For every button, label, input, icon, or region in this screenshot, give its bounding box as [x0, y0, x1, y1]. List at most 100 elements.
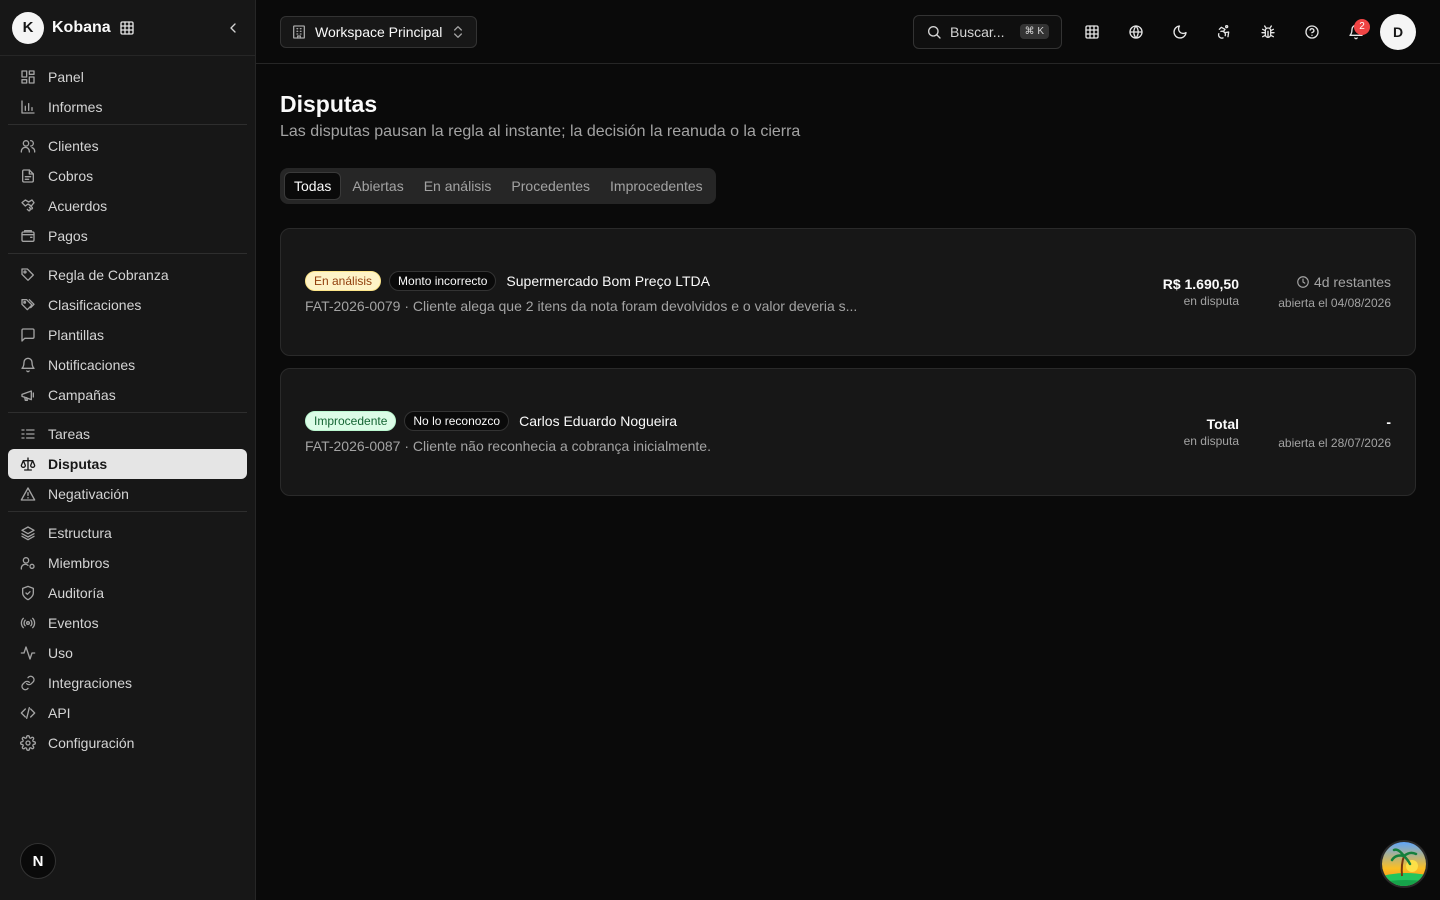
table-view-button[interactable] — [1070, 15, 1114, 49]
reason-badge: Monto incorrecto — [389, 270, 497, 291]
help-button[interactable] — [1290, 15, 1334, 49]
sidebar-item-auditoria[interactable]: Auditoría — [8, 578, 247, 608]
sidebar-item-label: Auditoría — [48, 585, 105, 601]
nav-group-admin: Estructura Miembros Auditoría Eventos Us… — [8, 516, 247, 760]
bell-icon — [20, 357, 36, 373]
sidebar-item-regla-de-cobranza[interactable]: Regla de Cobranza — [8, 260, 247, 290]
theme-toggle-button[interactable] — [1158, 15, 1202, 49]
tab-abiertas[interactable]: Abiertas — [343, 172, 412, 200]
sidebar-item-configuracion[interactable]: Configuración — [8, 728, 247, 758]
dispute-filter-tabs: Todas Abiertas En análisis Procedentes I… — [280, 168, 716, 204]
users-cog-icon — [20, 555, 36, 571]
shield-icon — [20, 585, 36, 601]
chevron-left-icon[interactable] — [225, 20, 241, 36]
page-title: Disputas — [280, 91, 378, 117]
language-button[interactable] — [1114, 15, 1158, 49]
sidebar-item-uso[interactable]: Uso — [8, 638, 247, 668]
bar-chart-icon — [20, 99, 36, 115]
nav-group-tasks: Tareas Disputas Negativación — [8, 417, 247, 512]
dispute-amount: R$ 1.690,50 — [1162, 276, 1239, 292]
sidebar-item-acuerdos[interactable]: Acuerdos — [8, 191, 247, 221]
brand-name[interactable]: Kobana — [52, 19, 111, 37]
layers-icon — [20, 525, 36, 541]
search-placeholder: Buscar... — [950, 23, 1005, 40]
dispute-description: FAT-2026-0079 · Cliente alega que 2 iten… — [305, 297, 858, 314]
globe-icon — [1128, 24, 1144, 40]
sidebar-item-panel[interactable]: Panel — [8, 62, 247, 92]
palm-beach-icon — [1382, 842, 1426, 886]
sidebar-item-miembros[interactable]: Miembros — [8, 548, 247, 578]
megaphone-icon — [20, 387, 36, 403]
tab-todas[interactable]: Todas — [284, 172, 342, 200]
sidebar-item-clasificaciones[interactable]: Clasificaciones — [8, 290, 247, 320]
deadline: 4d restantes — [1239, 274, 1391, 290]
brand-avatar[interactable]: K — [12, 11, 44, 44]
sidebar-item-disputas[interactable]: Disputas — [8, 449, 247, 479]
search-shortcut: ⌘ K — [1019, 24, 1049, 39]
handshake-icon — [20, 198, 36, 214]
sidebar-item-tareas[interactable]: Tareas — [8, 419, 247, 449]
client-name: Supermercado Bom Preço LTDA — [506, 272, 711, 289]
user-avatar[interactable]: D — [1380, 13, 1416, 50]
assistant-logo[interactable] — [1380, 840, 1428, 888]
sidebar-item-label: Notificaciones — [48, 357, 136, 373]
accessibility-button[interactable] — [1202, 15, 1246, 49]
tab-procedentes[interactable]: Procedentes — [502, 172, 599, 200]
status-badge: Improcedente — [305, 410, 397, 431]
sidebar-item-campanas[interactable]: Campañas — [8, 380, 247, 410]
wallet-icon — [20, 228, 36, 244]
sidebar-item-estructura[interactable]: Estructura — [8, 518, 247, 548]
dispute-info: En análisis Monto incorrecto Supermercad… — [305, 270, 1079, 314]
amount-block: R$ 1.690,50 en disputa — [1079, 276, 1239, 308]
sidebar-item-label: Integraciones — [48, 675, 133, 691]
sidebar-item-label: Negativación — [48, 486, 129, 502]
sidebar-item-cobros[interactable]: Cobros — [8, 161, 247, 191]
sidebar-item-integraciones[interactable]: Integraciones — [8, 668, 247, 698]
accessibility-icon — [1216, 24, 1232, 40]
dispute-info: Improcedente No lo reconozco Carlos Edua… — [305, 410, 1079, 454]
meta-block: - abierta el 28/07/2026 — [1239, 414, 1391, 450]
tab-improcedentes[interactable]: Improcedentes — [601, 172, 712, 200]
sidebar-item-label: Pagos — [48, 228, 88, 244]
amount-label: en disputa — [1183, 434, 1239, 448]
nav-group-operations: Clientes Cobros Acuerdos Pagos — [8, 129, 247, 254]
radio-icon — [20, 615, 36, 631]
warning-icon — [20, 486, 36, 502]
sidebar-item-eventos[interactable]: Eventos — [8, 608, 247, 638]
dispute-header: En análisis Monto incorrecto Supermercad… — [305, 270, 1079, 291]
dispute-card[interactable]: En análisis Monto incorrecto Supermercad… — [280, 228, 1416, 356]
sidebar-item-informes[interactable]: Informes — [8, 92, 247, 122]
opened-date: abierta el 28/07/2026 — [1278, 436, 1391, 450]
workspace-selector[interactable]: Workspace Principal — [280, 15, 478, 48]
sidebar-item-pagos[interactable]: Pagos — [8, 221, 247, 251]
dev-tools-badge[interactable]: N — [20, 843, 56, 879]
sidebar-item-notificaciones[interactable]: Notificaciones — [8, 350, 247, 380]
sidebar-item-label: Campañas — [48, 387, 116, 403]
sidebar-item-negativacion[interactable]: Negativación — [8, 479, 247, 509]
sidebar-item-clientes[interactable]: Clientes — [8, 131, 247, 161]
nav-group-automation: Regla de Cobranza Clasificaciones Planti… — [8, 258, 247, 413]
sidebar-item-label: Estructura — [48, 525, 112, 541]
grid-icon — [20, 69, 36, 85]
chevrons-up-down-icon — [450, 24, 466, 40]
table-icon[interactable] — [119, 20, 135, 36]
notifications-button[interactable]: 2 — [1334, 15, 1378, 49]
debug-button[interactable] — [1246, 15, 1290, 49]
scale-icon — [20, 456, 36, 472]
dispute-card[interactable]: Improcedente No lo reconozco Carlos Edua… — [280, 368, 1416, 496]
dispute-amount: Total — [1206, 416, 1239, 432]
sidebar-item-api[interactable]: API — [8, 698, 247, 728]
tab-en-analisis[interactable]: En análisis — [415, 172, 501, 200]
search-input[interactable]: Buscar... ⌘ K — [913, 14, 1062, 49]
clock-icon — [1296, 275, 1310, 289]
sidebar-item-label: Acuerdos — [48, 198, 108, 214]
sidebar-item-plantillas[interactable]: Plantillas — [8, 320, 247, 350]
notification-count-badge: 2 — [1354, 18, 1370, 35]
sidebar-item-label: Miembros — [48, 555, 110, 571]
sidebar-item-label: Panel — [48, 69, 84, 85]
dispute-description: FAT-2026-0087 · Cliente não reconhecia a… — [305, 437, 711, 454]
remaining-time: - — [1386, 414, 1391, 430]
sidebar-item-label: Eventos — [48, 615, 99, 631]
meta-block: 4d restantes abierta el 04/08/2026 — [1239, 274, 1391, 310]
help-circle-icon — [1304, 24, 1320, 40]
